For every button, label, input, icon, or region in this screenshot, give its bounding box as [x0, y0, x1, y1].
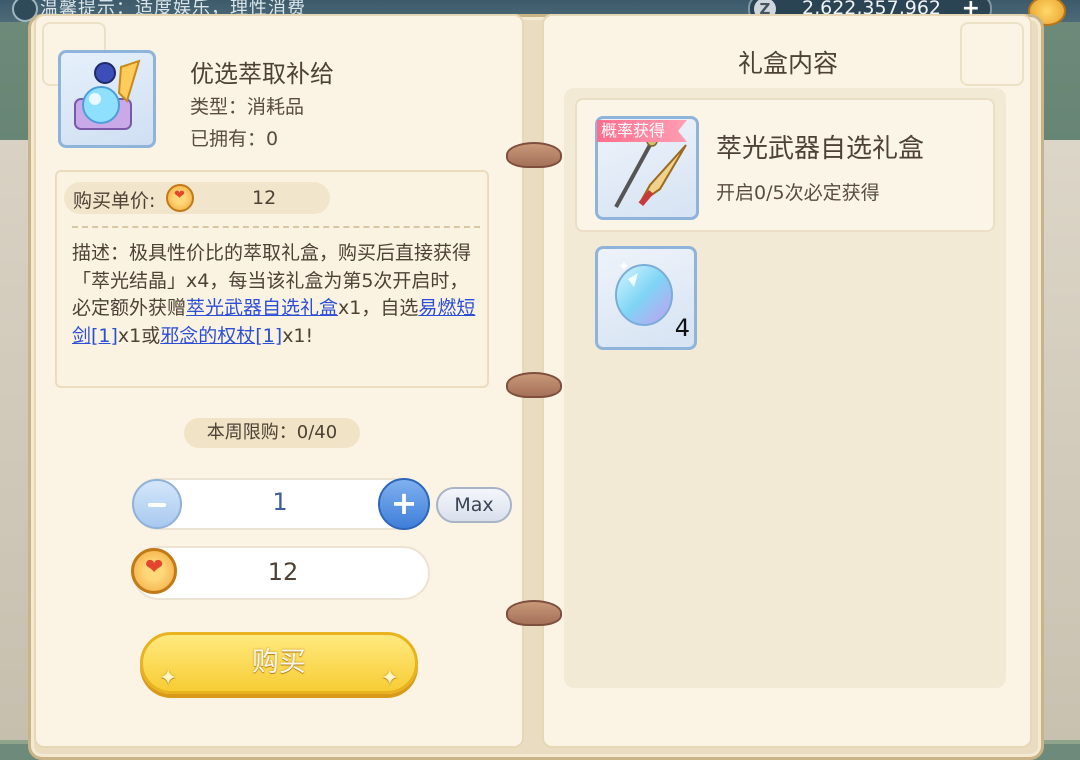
crystal-count: 4 — [674, 314, 690, 342]
svg-text:✦: ✦ — [618, 259, 630, 275]
buy-button-label: 购买 — [252, 647, 306, 678]
binder-ring — [506, 600, 562, 626]
plus-icon: + — [390, 484, 418, 522]
binder-ring — [506, 372, 562, 398]
gift-box-crystal-icon — [74, 59, 141, 130]
description-text: x1或 — [117, 324, 161, 347]
heart-coin-icon — [166, 184, 194, 212]
item-icon — [58, 50, 156, 148]
sparkle-icon: ✦ — [380, 666, 399, 691]
max-quantity-button[interactable]: Max — [436, 487, 512, 523]
quantity-value[interactable]: 1 — [250, 488, 310, 516]
main-reward-name: 萃光武器自选礼盒 — [716, 134, 925, 164]
sparkle-icon: ✦ — [159, 666, 178, 691]
link-evil-scepter[interactable]: 邪念的权杖[1] — [160, 325, 282, 347]
corner-ornament — [960, 22, 1024, 86]
main-reward-progress: 开启0/5次必定获得 — [716, 182, 880, 204]
background-right — [1040, 140, 1080, 740]
item-description: 描述：极具性价比的萃取礼盒，购买后直接获得「萃光结晶」x4，每当该礼盒为第5次开… — [72, 240, 482, 350]
decrease-quantity-button[interactable] — [132, 479, 182, 529]
unit-price-value: 12 — [252, 187, 277, 209]
buy-button[interactable]: ✦ 购买 ✦ — [140, 632, 418, 694]
unit-price-label: 购买单价: — [73, 190, 156, 212]
description-text: x1! — [282, 324, 314, 347]
binder-ring — [506, 142, 562, 168]
item-type: 类型：消耗品 — [190, 96, 305, 118]
link-weapon-select-box[interactable]: 萃光武器自选礼盒 — [186, 297, 338, 319]
gift-contents-title: 礼盒内容 — [738, 49, 839, 78]
item-owned-count: 已拥有：0 — [190, 128, 279, 150]
divider — [72, 226, 480, 228]
background-left — [0, 140, 30, 740]
total-price-value: 12 — [267, 558, 299, 586]
heart-coin-icon — [131, 548, 177, 594]
probability-tag: 概率获得 — [597, 120, 688, 142]
item-name: 优选萃取补给 — [190, 60, 334, 88]
description-text: x1，自选 — [338, 297, 419, 319]
weekly-limit: 本周限购：0/40 — [184, 418, 360, 448]
increase-quantity-button[interactable]: + — [378, 478, 430, 530]
